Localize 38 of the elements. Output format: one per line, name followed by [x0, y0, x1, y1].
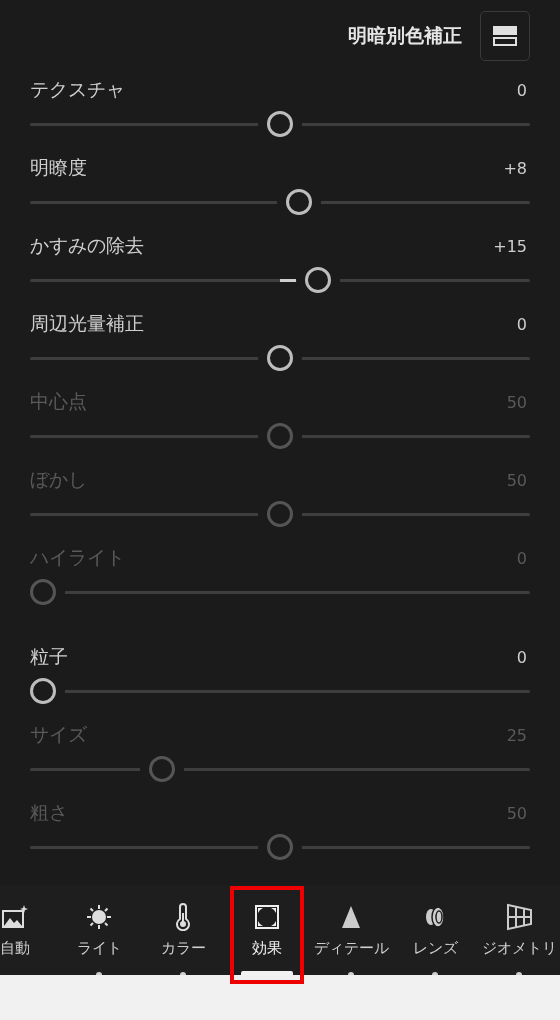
panel-title: 明暗別色補正: [348, 23, 462, 48]
split-view-icon: [492, 25, 518, 47]
toolbar-tab[interactable]: ジオメトリ: [477, 885, 560, 975]
triangle-icon: [342, 906, 360, 928]
image-sparkle-icon: [2, 905, 28, 928]
slider-label: 粗さ: [30, 800, 68, 825]
slider-value: 50: [506, 392, 527, 412]
slider-value: +15: [493, 236, 527, 256]
slider-value: 0: [516, 80, 527, 100]
toolbar-tab[interactable]: 効果: [225, 885, 309, 975]
toolbar-tab[interactable]: ライト: [57, 885, 141, 975]
slider-label: テクスチャ: [30, 77, 125, 102]
slider-value: 0: [516, 548, 527, 568]
slider-label: 粒子: [30, 644, 68, 669]
slider-label: サイズ: [30, 722, 87, 747]
sun-icon: [86, 904, 112, 930]
lens-icon: [426, 906, 445, 928]
thermometer-icon: [176, 903, 190, 931]
slider-label: かすみの除去: [30, 233, 144, 258]
toolbar-tab[interactable]: 自動: [0, 885, 57, 975]
slider-value: +8: [503, 158, 527, 178]
slider-label: 中心点: [30, 389, 87, 414]
slider-value: 0: [516, 314, 527, 334]
vignette-icon: [255, 905, 279, 929]
toolbar-tab[interactable]: カラー: [141, 885, 225, 975]
toolbar-tab[interactable]: ディテール: [309, 885, 393, 975]
slider-value: 50: [506, 803, 527, 823]
slider-value: 50: [506, 470, 527, 490]
slider-label: ハイライト: [30, 545, 125, 570]
selected-indicator: [241, 971, 293, 975]
split-view-button[interactable]: [480, 11, 530, 61]
toolbar-tab[interactable]: レンズ: [393, 885, 477, 975]
slider-value: 0: [516, 647, 527, 667]
slider-label: 明瞭度: [30, 155, 87, 180]
slider-label: 周辺光量補正: [30, 311, 144, 336]
slider-label: ぼかし: [30, 467, 87, 492]
grid-icon: [507, 904, 532, 930]
slider-value: 25: [506, 725, 527, 745]
